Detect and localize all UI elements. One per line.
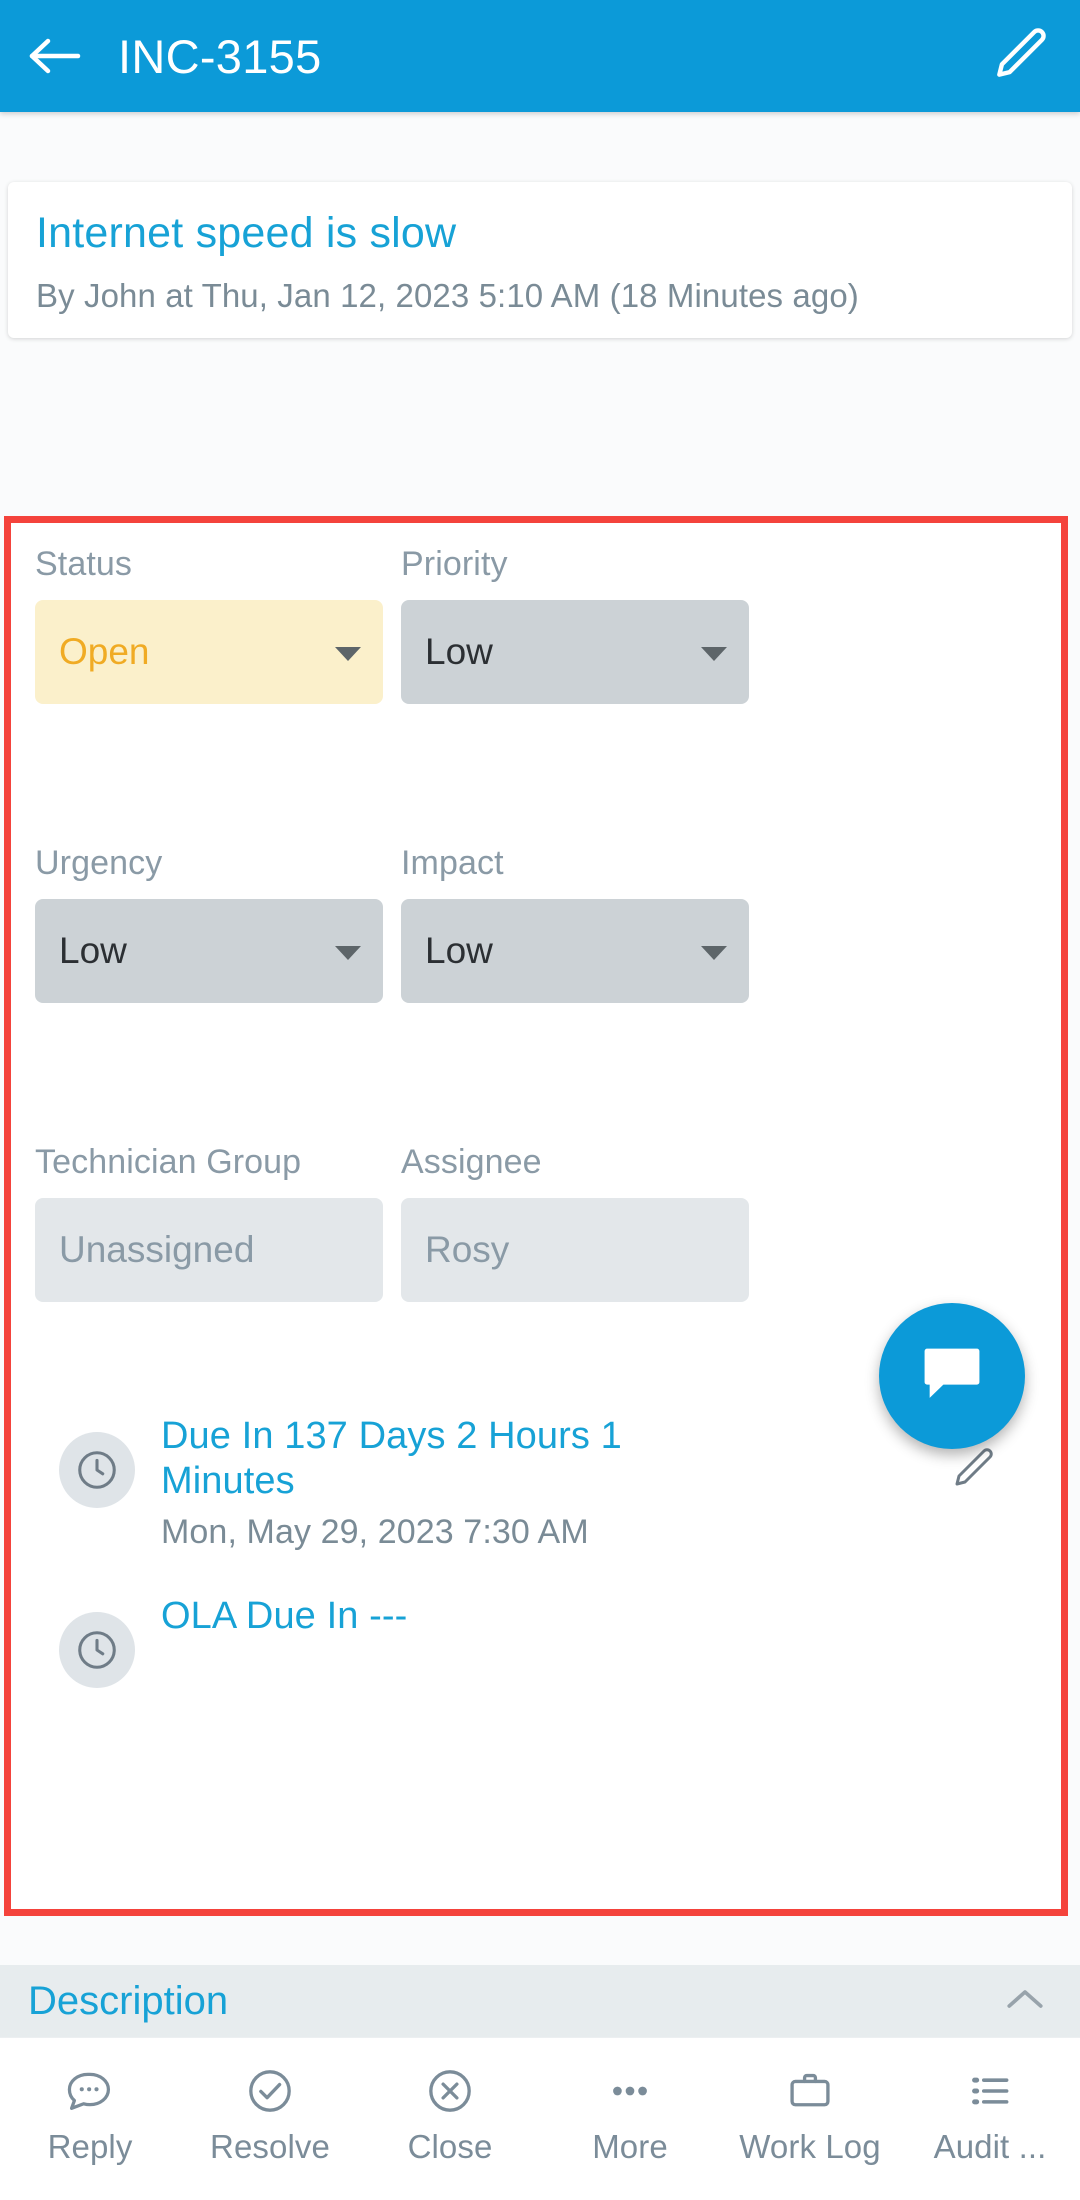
priority-dropdown[interactable]: Low <box>401 600 749 704</box>
description-label: Description <box>28 1978 229 2023</box>
x-circle-icon <box>425 2064 475 2118</box>
field-assignee: Assignee Rosy <box>401 1143 749 1302</box>
incident-detail-screen: INC-3155 Internet speed is slow By John … <box>0 0 1080 2200</box>
sla-due-in-text: Due In 137 Days 2 Hours 1 Minutes Mon, M… <box>161 1414 933 1552</box>
urgency-value: Low <box>59 930 127 971</box>
ticket-properties-highlight: Status Open Priority Low Urgency Low Imp… <box>4 516 1068 1916</box>
bottom-action-work-log[interactable]: Work Log <box>720 2038 900 2200</box>
chat-bubble-icon <box>919 1343 985 1410</box>
chat-fab-button[interactable] <box>879 1303 1025 1449</box>
back-button[interactable] <box>0 0 110 112</box>
arrow-left-icon <box>26 34 84 78</box>
sla-due-in-label[interactable]: Due In 137 Days 2 Hours 1 Minutes <box>161 1414 681 1504</box>
field-row-group-assignee: Technician Group Unassigned Assignee Ros… <box>35 1143 1037 1302</box>
bottom-action-resolve[interactable]: Resolve <box>180 2038 360 2200</box>
status-dropdown[interactable]: Open <box>35 600 383 704</box>
field-label-urgency: Urgency <box>35 844 163 882</box>
bottom-action-bar: Reply Resolve Close More Work Log Audit … <box>0 2037 1080 2200</box>
ellipsis-icon <box>604 2064 656 2118</box>
sla-due-in-row: Due In 137 Days 2 Hours 1 Minutes Mon, M… <box>35 1414 1037 1552</box>
page-title: INC-3155 <box>118 29 322 83</box>
field-urgency: Urgency Low <box>35 844 383 1003</box>
field-label-assignee: Assignee <box>401 1143 542 1181</box>
technician-group-value: Unassigned <box>59 1229 255 1270</box>
chevron-down-icon <box>701 946 727 960</box>
status-value: Open <box>59 631 150 672</box>
field-row-status-priority: Status Open Priority Low <box>35 545 1037 704</box>
bottom-action-label: Work Log <box>739 2128 881 2165</box>
pencil-icon <box>989 23 1051 90</box>
ticket-subject[interactable]: Internet speed is slow <box>36 212 1044 255</box>
bottom-action-label: Close <box>407 2128 493 2165</box>
sla-ola-due-in-label[interactable]: OLA Due In --- <box>161 1594 681 1639</box>
field-technician-group: Technician Group Unassigned <box>35 1143 383 1302</box>
bottom-action-more[interactable]: More <box>540 2038 720 2200</box>
edit-ticket-button[interactable] <box>960 0 1080 112</box>
bottom-action-label: More <box>592 2128 668 2165</box>
assignee-value: Rosy <box>425 1229 510 1270</box>
field-label-technician-group: Technician Group <box>35 1143 302 1181</box>
field-status: Status Open <box>35 545 383 704</box>
chevron-up-icon[interactable] <box>1004 1984 1046 2019</box>
pencil-icon <box>949 1444 997 1497</box>
field-label-impact: Impact <box>401 844 504 882</box>
ticket-summary-card: Internet speed is slow By John at Thu, J… <box>8 182 1072 338</box>
chevron-down-icon <box>335 647 361 661</box>
impact-value: Low <box>425 930 493 971</box>
sla-ola-due-in-row: OLA Due In --- <box>35 1594 1037 1689</box>
briefcase-icon <box>785 2064 835 2118</box>
field-impact: Impact Low <box>401 844 749 1003</box>
chat-dots-icon <box>64 2064 116 2118</box>
bottom-action-reply[interactable]: Reply <box>0 2038 180 2200</box>
check-circle-icon <box>245 2064 295 2118</box>
app-header: INC-3155 <box>0 0 1080 112</box>
description-section-header[interactable]: Description <box>0 1965 1080 2037</box>
ticket-properties: Status Open Priority Low Urgency Low Imp… <box>11 523 1061 1689</box>
technician-group-value-box[interactable]: Unassigned <box>35 1198 383 1302</box>
ticket-requester-meta: By John at Thu, Jan 12, 2023 5:10 AM (18… <box>36 277 859 314</box>
field-row-urgency-impact: Urgency Low Impact Low <box>35 844 1037 1003</box>
field-priority: Priority Low <box>401 545 749 704</box>
bottom-action-label: Reply <box>47 2128 133 2165</box>
list-icon <box>965 2064 1015 2118</box>
clock-icon <box>59 1612 135 1689</box>
bottom-action-close[interactable]: Close <box>360 2038 540 2200</box>
urgency-dropdown[interactable]: Low <box>35 899 383 1003</box>
bottom-action-label: Resolve <box>210 2128 330 2165</box>
sla-ola-text: OLA Due In --- <box>161 1594 1013 1639</box>
chevron-down-icon <box>701 647 727 661</box>
impact-dropdown[interactable]: Low <box>401 899 749 1003</box>
bottom-action-audit[interactable]: Audit ... <box>900 2038 1080 2200</box>
assignee-value-box[interactable]: Rosy <box>401 1198 749 1302</box>
chevron-down-icon <box>335 946 361 960</box>
field-label-status: Status <box>35 545 132 583</box>
priority-value: Low <box>425 631 493 672</box>
field-label-priority: Priority <box>401 545 508 583</box>
bottom-action-label: Audit ... <box>933 2128 1047 2165</box>
clock-icon <box>59 1432 135 1508</box>
sla-due-in-date: Mon, May 29, 2023 7:30 AM <box>161 1512 589 1551</box>
sla-edit-button[interactable] <box>933 1444 1013 1497</box>
